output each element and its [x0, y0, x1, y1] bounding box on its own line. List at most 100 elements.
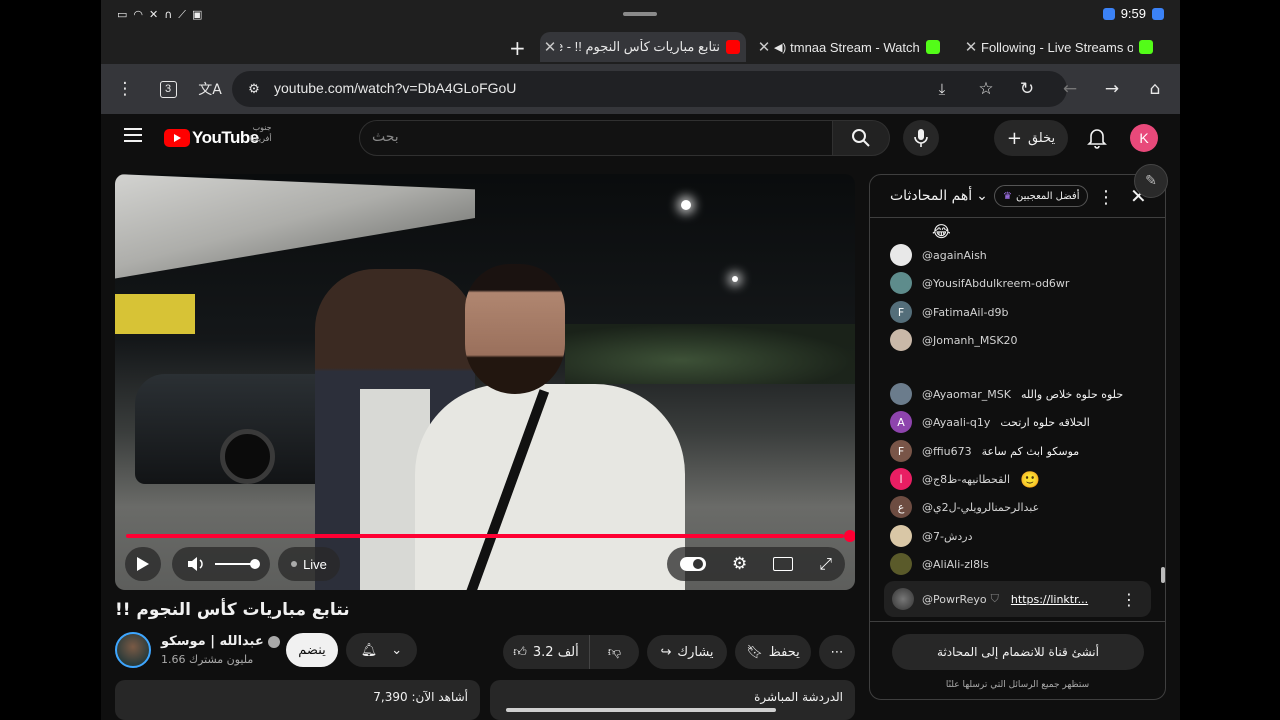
- install-app-icon[interactable]: ⤓: [930, 77, 954, 101]
- gesture-bar[interactable]: [506, 708, 776, 712]
- account-avatar[interactable]: K: [1130, 124, 1158, 152]
- play-icon: [137, 557, 149, 571]
- forward-icon[interactable]: →: [1100, 77, 1124, 101]
- volume-control[interactable]: [172, 547, 270, 581]
- chat-mode-dropdown[interactable]: أهم المحادثات ⌄: [890, 188, 988, 204]
- chat-author[interactable]: @Jomanh_MSK20: [922, 334, 1018, 347]
- chat-message[interactable]: @YousifAbdulkreem-od6wr: [890, 271, 1079, 295]
- pinned-link[interactable]: https://linktr...: [1011, 593, 1088, 606]
- live-indicator[interactable]: Live: [278, 547, 340, 581]
- chat-author[interactable]: @دردش-7: [922, 530, 973, 543]
- viewers-card[interactable]: أشاهد الآن: 7,390: [115, 680, 480, 720]
- share-button[interactable]: ↪ يشارك: [647, 635, 727, 669]
- like-button[interactable]: 👍︎ 3.2 ألف: [503, 635, 589, 669]
- video-player[interactable]: Live ⚙ ⤢: [115, 174, 855, 590]
- tab-youtube[interactable]: ✕ نتابع مباريات كأس النجوم !! - ube: [540, 32, 746, 62]
- dislike-button[interactable]: 👎︎: [589, 635, 639, 669]
- region-line-1: جنوب: [252, 123, 272, 132]
- create-channel-button[interactable]: أنشئ قناة للانضمام إلى المحادثة: [892, 634, 1144, 670]
- play-button[interactable]: [125, 547, 161, 581]
- chat-message[interactable]: @againAish: [890, 243, 997, 267]
- chat-author[interactable]: @AliAli-zl8ls: [922, 558, 989, 571]
- volume-slider[interactable]: [215, 559, 260, 569]
- pinned-message[interactable]: @PowrReyo ⛉ https://linktr... ⋮: [884, 581, 1151, 617]
- chat-author-avatar[interactable]: F: [890, 440, 912, 462]
- chat-message[interactable]: @Ayaomar_MSK حلوه حلوه خلاص والله: [890, 382, 1123, 406]
- chat-message[interactable]: 😂: [890, 219, 951, 243]
- chat-author-avatar[interactable]: [890, 383, 912, 405]
- youtube-header: YouTube جنوب أفريقيا بحث + يخلق K: [101, 114, 1180, 162]
- close-tab-icon[interactable]: ✕: [961, 38, 981, 56]
- chat-author-avatar[interactable]: F: [890, 301, 912, 323]
- chat-message[interactable]: A @Ayaali-q1y الحلاقه حلوه ارتحت: [890, 410, 1090, 434]
- chat-message[interactable]: F @ffiu673 موسكو ابث كم ساعة: [890, 439, 1079, 463]
- chat-message[interactable]: ا @القحطانيهه-ظ8ج 🙂: [890, 467, 1040, 491]
- save-button[interactable]: 🔖︎ يحفظ: [735, 635, 811, 669]
- volume-knob[interactable]: [250, 559, 260, 569]
- chat-message[interactable]: F @FatimaAil-d9b: [890, 300, 1018, 324]
- translate-icon[interactable]: 文A: [198, 77, 222, 101]
- chat-author[interactable]: @YousifAbdulkreem-od6wr: [922, 277, 1069, 290]
- notifications-button[interactable]: [1081, 122, 1113, 154]
- pinned-menu-dots-icon[interactable]: ⋮: [1121, 590, 1137, 609]
- window-handle[interactable]: [623, 12, 657, 16]
- close-tab-icon[interactable]: ✕: [540, 38, 560, 56]
- bookmark-star-icon[interactable]: ☆: [974, 77, 998, 101]
- chat-message[interactable]: ع @عبدالرحمنالرويلي-ل2ي: [890, 495, 1049, 519]
- more-actions-button[interactable]: ⋯: [819, 635, 855, 669]
- search-input[interactable]: بحث: [359, 120, 833, 156]
- join-button[interactable]: ينضم: [286, 633, 338, 667]
- create-button[interactable]: + يخلق: [994, 120, 1068, 156]
- top-fans-button[interactable]: ♛ أفضل المعجبين: [994, 185, 1089, 207]
- address-bar[interactable]: ⚙ youtube.com/watch?v=DbA4GLoFGoU ⤓ ☆: [232, 71, 1067, 107]
- chat-author[interactable]: @عبدالرحمنالرويلي-ل2ي: [922, 501, 1039, 514]
- edit-pencil-icon[interactable]: ✎: [1134, 164, 1168, 198]
- reload-icon[interactable]: ↻: [1015, 77, 1039, 101]
- chat-author-avatar[interactable]: ع: [890, 496, 912, 518]
- subscription-bell-button[interactable]: 🔔︎ ⌄: [346, 633, 417, 667]
- url-text[interactable]: youtube.com/watch?v=DbA4GLoFGoU: [274, 80, 516, 96]
- hamburger-menu-icon[interactable]: [124, 128, 142, 142]
- chat-author[interactable]: @القحطانيهه-ظ8ج: [922, 473, 1010, 486]
- theater-mode-icon[interactable]: [773, 557, 794, 571]
- youtube-logo[interactable]: YouTube جنوب أفريقيا: [164, 123, 272, 148]
- chat-message[interactable]: @AliAli-zl8ls: [890, 552, 999, 576]
- chat-author-avatar[interactable]: [890, 553, 912, 575]
- live-chat-card[interactable]: الدردشة المباشرة: [490, 680, 855, 720]
- back-icon[interactable]: ←: [1058, 77, 1082, 101]
- new-tab-button[interactable]: +: [509, 36, 526, 60]
- chat-author[interactable]: @ffiu673: [922, 445, 972, 458]
- tab-kick-following[interactable]: ✕ Following - Live Streams on: [961, 32, 1161, 62]
- close-tab-icon[interactable]: ✕: [754, 38, 774, 56]
- chat-author-avatar[interactable]: [890, 244, 912, 266]
- settings-gear-icon[interactable]: ⚙: [732, 554, 747, 574]
- voice-search-button[interactable]: [903, 120, 939, 156]
- progress-scrubber[interactable]: [844, 530, 855, 542]
- chat-author-avatar[interactable]: [890, 525, 912, 547]
- chat-author[interactable]: @Ayaomar_MSK: [922, 388, 1011, 401]
- chat-text: موسكو ابث كم ساعة: [981, 444, 1080, 458]
- channel-name[interactable]: عبدالله | موسكو: [161, 634, 264, 649]
- chat-author[interactable]: @againAish: [922, 249, 987, 262]
- video-progress-bar[interactable]: [126, 530, 855, 542]
- home-icon[interactable]: ⌂: [1143, 77, 1167, 101]
- chat-author-avatar[interactable]: [890, 272, 912, 294]
- fullscreen-icon[interactable]: ⤢: [819, 554, 832, 574]
- chat-author-avatar[interactable]: ا: [890, 468, 912, 490]
- chat-author-avatar[interactable]: A: [890, 411, 912, 433]
- channel-name-row[interactable]: عبدالله | موسكو: [161, 634, 280, 649]
- chat-scrollbar[interactable]: [1161, 567, 1165, 583]
- chat-author-avatar[interactable]: [890, 329, 912, 351]
- chat-message[interactable]: @دردش-7: [890, 524, 983, 548]
- site-settings-icon[interactable]: ⚙: [242, 77, 266, 101]
- menu-dots-icon[interactable]: ⋮: [113, 77, 137, 101]
- chat-menu-dots-icon[interactable]: ⋮: [1097, 187, 1115, 208]
- search-button[interactable]: [832, 120, 890, 156]
- chat-author[interactable]: @FatimaAil-d9b: [922, 306, 1008, 319]
- chat-author[interactable]: @Ayaali-q1y: [922, 416, 990, 429]
- chat-message[interactable]: @Jomanh_MSK20: [890, 328, 1028, 352]
- tab-switcher-button[interactable]: 3: [156, 77, 180, 101]
- autoplay-toggle[interactable]: [679, 557, 706, 571]
- channel-avatar[interactable]: [115, 632, 151, 668]
- tab-kick-tmnaa[interactable]: ✕ ◀) tmnaa Stream - Watch L: [754, 32, 952, 62]
